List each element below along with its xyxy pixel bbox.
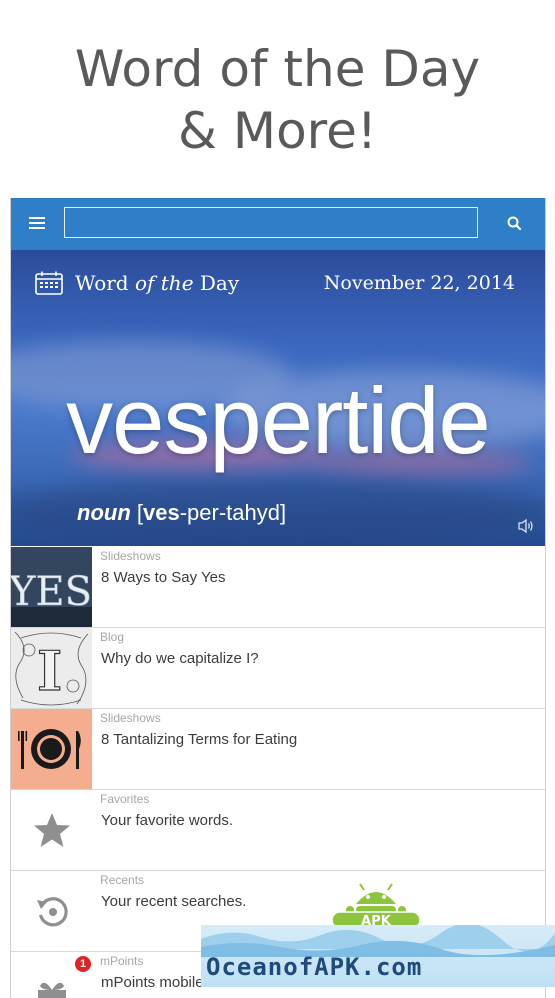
search-input[interactable]	[64, 207, 478, 238]
list-item[interactable]: I Blog Why do we capitalize I?	[11, 628, 545, 709]
headline-line-1: Word of the Day	[74, 40, 481, 98]
pronunciation: noun [ves-per-tahyd]	[77, 500, 286, 526]
word-of-the-day-label: Word of the Day	[75, 271, 239, 295]
list-item[interactable]: YES Slideshows 8 Ways to Say Yes	[11, 547, 545, 628]
label-of-the: of the	[134, 271, 194, 295]
notification-badge: 1	[75, 956, 91, 972]
list-item[interactable]: Favorites Your favorite words.	[11, 790, 545, 871]
plate-and-cutlery-thumbnail	[11, 709, 92, 789]
hamburger-menu-icon[interactable]	[29, 217, 45, 229]
pron-rest: -per-tahyd]	[179, 500, 287, 525]
part-of-speech: noun	[77, 500, 131, 525]
word-date: November 22, 2014	[323, 272, 515, 294]
list-item-category: Favorites	[100, 792, 150, 806]
pron-stress: ves	[143, 500, 180, 525]
list-item-title: 8 Ways to Say Yes	[101, 569, 226, 586]
label-word: Word	[75, 271, 129, 295]
watermark-text: OceanofAPK.com	[206, 953, 423, 981]
history-icon	[11, 871, 92, 951]
list-item-title: Your favorite words.	[101, 812, 234, 829]
list-item[interactable]: Slideshows 8 Tantalizing Terms for Eatin…	[11, 709, 545, 790]
top-app-bar	[11, 198, 545, 250]
star-icon	[11, 790, 92, 870]
label-day: Day	[199, 271, 240, 295]
thumb-yes-text: YES	[11, 569, 92, 615]
list-item-title: Your recent searches.	[101, 893, 247, 910]
promo-headline: Word of the Day & More!	[0, 38, 555, 162]
slideshow-yes-thumbnail: YES	[11, 547, 92, 627]
word-of-the-day-card[interactable]: Word of the Day November 22, 2014 vesper…	[11, 250, 545, 546]
list-item-category: Slideshows	[100, 549, 161, 563]
list-item-category: Recents	[100, 873, 145, 887]
thumb-i-text: I	[37, 639, 62, 703]
list-item-title: 8 Tantalizing Terms for Eating	[101, 731, 298, 748]
search-icon[interactable]	[504, 213, 526, 235]
blog-capital-i-thumbnail: I	[11, 628, 92, 708]
headline-line-2: & More!	[178, 102, 377, 160]
speaker-icon[interactable]	[517, 518, 535, 534]
list-item-category: Blog	[100, 630, 125, 644]
list-item-category: Slideshows	[100, 711, 161, 725]
list-item-title: Why do we capitalize I?	[101, 650, 259, 667]
calendar-icon	[35, 271, 63, 295]
app-frame: Word of the Day November 22, 2014 vesper…	[10, 198, 546, 998]
list-item-category: mPoints	[100, 954, 144, 968]
featured-word: vespertide	[66, 368, 491, 473]
watermark-banner: OceanofAPK.com	[201, 925, 555, 987]
